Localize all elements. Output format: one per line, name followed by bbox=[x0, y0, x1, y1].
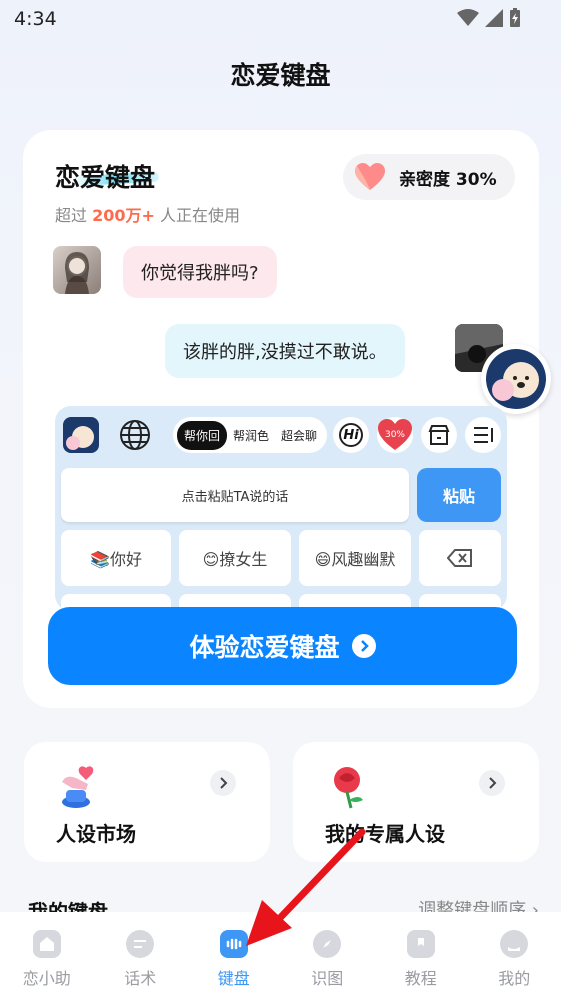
backspace-key[interactable] bbox=[419, 530, 501, 586]
signal-icon bbox=[485, 9, 503, 27]
my-persona-card[interactable]: 我的专属人设 bbox=[293, 742, 539, 862]
heart-percent-icon[interactable]: 30% bbox=[377, 417, 413, 453]
nav-item-scripts[interactable]: 话术 bbox=[94, 912, 188, 999]
nav-item-recognize[interactable]: 识图 bbox=[281, 912, 375, 999]
card-title: 恋爱键盘 bbox=[55, 163, 156, 192]
subtitle-prefix: 超过 bbox=[55, 206, 88, 225]
mode-chat[interactable]: 超会聊 bbox=[275, 421, 323, 450]
intimacy-label: 亲密度 30% bbox=[399, 169, 497, 190]
try-keyboard-button[interactable]: 体验恋爱键盘 bbox=[48, 607, 517, 685]
compass-icon bbox=[313, 930, 342, 958]
status-bar: 4:34 bbox=[0, 0, 561, 40]
menu-icon[interactable] bbox=[465, 417, 501, 453]
rose-icon bbox=[325, 764, 373, 810]
mascot-avatar bbox=[481, 344, 551, 414]
phrase-hello[interactable]: 📚你好 bbox=[61, 530, 171, 586]
bottom-nav: 恋小助 话术 键盘 识图 教程 我的 bbox=[0, 912, 561, 999]
status-time: 4:34 bbox=[14, 8, 57, 30]
persona-market-title: 人设市场 bbox=[56, 822, 136, 846]
user-count-highlight: 200万+ bbox=[92, 206, 155, 225]
chat-bubble-received: 你觉得我胖吗? bbox=[123, 246, 277, 298]
persona-market-card[interactable]: 人设市场 bbox=[24, 742, 270, 862]
status-icons bbox=[457, 8, 521, 28]
keyboard-icon bbox=[219, 930, 248, 958]
globe-icon[interactable] bbox=[117, 417, 153, 453]
home-icon bbox=[32, 930, 61, 958]
chevron-right-icon bbox=[479, 770, 505, 796]
book-icon bbox=[406, 930, 435, 958]
try-keyboard-label: 体验恋爱键盘 bbox=[189, 633, 340, 662]
nav-item-home[interactable]: 恋小助 bbox=[0, 912, 94, 999]
user-count-text: 超过 200万+ 人正在使用 bbox=[55, 202, 240, 226]
nav-label: 识图 bbox=[311, 969, 344, 988]
shop-icon[interactable] bbox=[421, 417, 457, 453]
heart-icon bbox=[355, 163, 385, 190]
nav-label: 我的 bbox=[498, 969, 531, 988]
my-persona-title: 我的专属人设 bbox=[325, 822, 445, 846]
page-title: 恋爱键盘 bbox=[230, 61, 331, 90]
backspace-icon bbox=[447, 549, 472, 567]
heart-percent-label: 30% bbox=[384, 430, 405, 440]
profile-icon bbox=[500, 930, 529, 958]
avatar-female bbox=[53, 246, 101, 294]
paste-button[interactable]: 粘贴 bbox=[417, 468, 501, 522]
nav-label: 键盘 bbox=[217, 969, 250, 988]
nav-item-keyboard[interactable]: 键盘 bbox=[187, 912, 281, 999]
persona-market-icon bbox=[56, 764, 104, 810]
subtitle-suffix: 人正在使用 bbox=[160, 206, 241, 225]
nav-label: 话术 bbox=[124, 969, 157, 988]
paste-input[interactable]: 点击粘贴TA说的话 bbox=[61, 468, 409, 522]
chat-icon bbox=[126, 930, 155, 958]
mode-help-reply[interactable]: 帮你回 bbox=[177, 420, 227, 450]
phrase-flirt[interactable]: 😊撩女生 bbox=[179, 530, 291, 586]
reply-mode-switch: 帮你回 帮润色 超会聊 bbox=[173, 417, 327, 453]
battery-icon bbox=[510, 8, 520, 27]
nav-label: 教程 bbox=[404, 969, 437, 988]
keyboard-mascot-icon bbox=[63, 417, 99, 453]
nav-item-profile[interactable]: 我的 bbox=[468, 912, 561, 999]
hi-icon[interactable]: Hi bbox=[333, 417, 369, 453]
chevron-right-icon bbox=[351, 634, 376, 658]
intimacy-badge: 亲密度 30% bbox=[343, 154, 515, 200]
keyboard-preview: 帮你回 帮润色 超会聊 Hi 30% 点击粘贴TA说的话 粘贴 📚你好 😊撩女生… bbox=[55, 406, 507, 611]
keyboard-intro-card: 恋爱键盘 超过 200万+ 人正在使用 亲密度 30% 你觉得我胖吗? 该胖的胖… bbox=[23, 130, 551, 708]
chat-bubble-sent: 该胖的胖,没摸过不敢说。 bbox=[165, 324, 405, 378]
hi-label: Hi bbox=[339, 423, 363, 447]
wifi-icon bbox=[457, 9, 479, 26]
chevron-right-icon bbox=[210, 770, 236, 796]
keyboard-toolbar: 帮你回 帮润色 超会聊 Hi 30% bbox=[61, 412, 501, 458]
mode-polish[interactable]: 帮润色 bbox=[227, 421, 275, 450]
phrase-humor[interactable]: 😄风趣幽默 bbox=[299, 530, 411, 586]
mascot-icon bbox=[486, 349, 546, 409]
nav-item-tutorial[interactable]: 教程 bbox=[374, 912, 468, 999]
nav-label: 恋小助 bbox=[22, 969, 71, 988]
